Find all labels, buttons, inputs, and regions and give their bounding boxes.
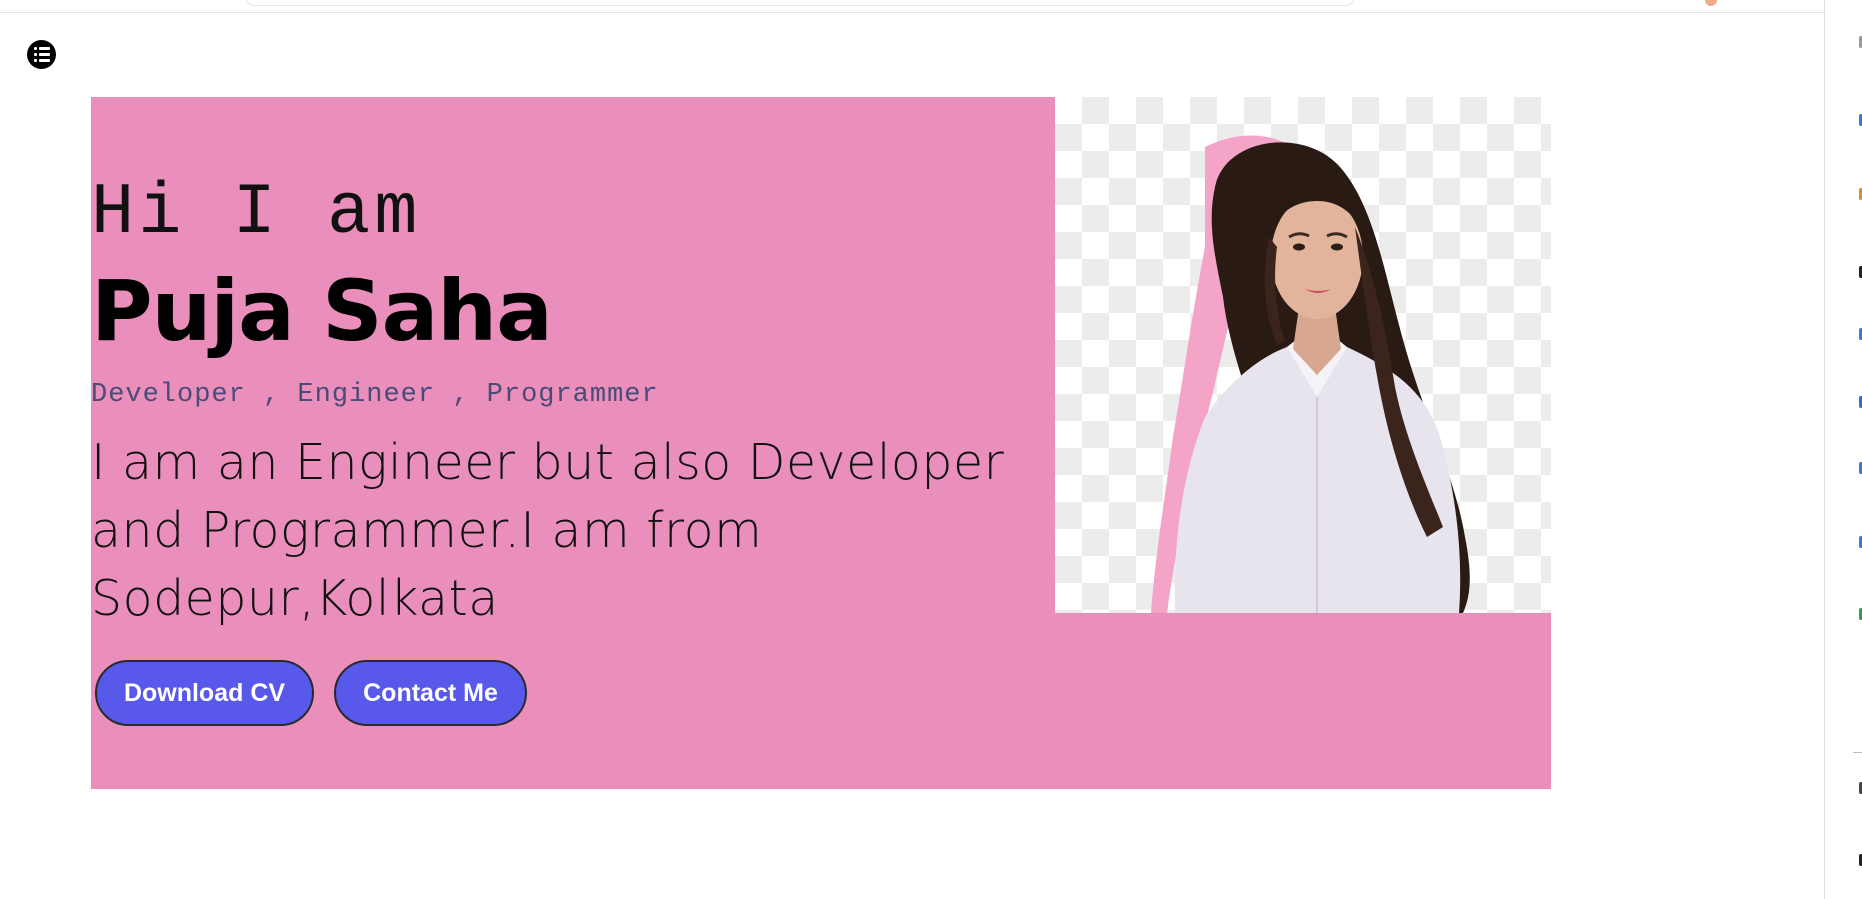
bio-line: and Programmer.I am from: [91, 502, 763, 559]
roles-text: Developer , Engineer , Programmer: [91, 380, 659, 410]
bio-line: I am an Engineer but also Developer: [91, 434, 1005, 491]
hero-name: Puja Saha: [91, 262, 553, 360]
hero-section: Hi I am Puja Saha Developer , Engineer ,…: [91, 97, 1551, 789]
person-illustration: [1151, 135, 1470, 613]
menu-button[interactable]: [22, 35, 60, 73]
list-icon: [26, 39, 56, 69]
profile-photo: [1055, 97, 1551, 613]
panel-divider: [1853, 752, 1862, 753]
contact-me-button[interactable]: Contact Me: [334, 660, 527, 726]
greeting-text: Hi I am: [91, 172, 422, 254]
side-panel: [1824, 0, 1862, 899]
bio-text: I am an Engineer but also Developer and …: [91, 429, 1031, 633]
download-cv-button[interactable]: Download CV: [95, 660, 314, 726]
browser-top-strip: [0, 0, 1824, 13]
profile-dot-icon[interactable]: [1705, 0, 1717, 6]
address-bar[interactable]: [245, 0, 1355, 6]
bio-line: Sodepur,Kolkata: [91, 570, 499, 627]
